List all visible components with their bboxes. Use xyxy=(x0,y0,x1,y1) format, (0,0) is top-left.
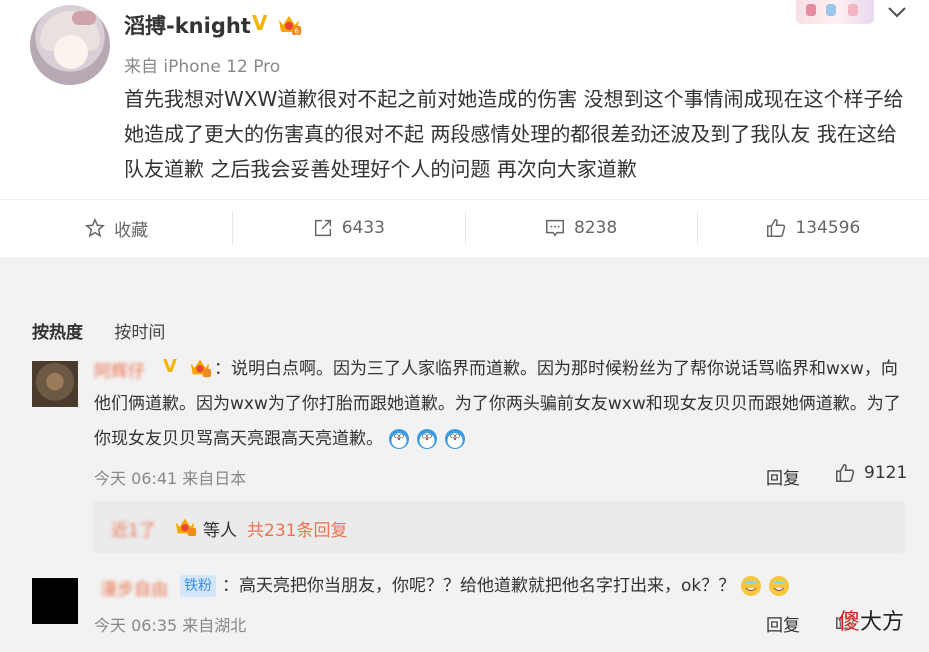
comment-icon xyxy=(546,219,564,237)
favorite-button[interactable]: 收藏 xyxy=(0,200,232,256)
chevron-down-icon[interactable] xyxy=(885,0,909,24)
doraemon-emoji-icon xyxy=(389,429,409,449)
comment-text: ：高天亮把你当朋友，你呢？？给他道歉就把他名字打出来，ok？？ xyxy=(222,569,791,604)
favorite-label: 收藏 xyxy=(114,220,149,241)
comment-button[interactable]: 8238 xyxy=(464,200,697,256)
comment-meta: 今天 06:41 来自日本 xyxy=(94,469,247,488)
sub-replies-box[interactable]: 近1了 等人 共231条回复 xyxy=(93,501,905,553)
star-icon xyxy=(85,217,106,238)
reply-button[interactable]: 回复 xyxy=(766,464,800,489)
comment-like-count: 9121 xyxy=(864,463,908,483)
sub-reply-count-link[interactable]: 共231条回复 xyxy=(247,516,347,541)
sub-reply-username[interactable]: 近1了 xyxy=(111,516,156,541)
comment-avatar[interactable] xyxy=(32,361,78,407)
repost-button[interactable]: 6433 xyxy=(232,200,464,256)
author-username[interactable]: 滔搏-knight xyxy=(124,10,251,40)
fan-badge: 铁粉 xyxy=(180,575,216,597)
repost-count: 6433 xyxy=(341,218,385,238)
doraemon-emoji-icon xyxy=(445,429,465,449)
svg-text:6: 6 xyxy=(294,28,299,36)
thumbs-up-icon xyxy=(836,464,855,482)
weibo-post: 滔搏-knight V 6 来自 iPhone 12 Pro 首先我想对WXW道… xyxy=(0,0,929,257)
crown-badge-icon: 6 xyxy=(279,16,301,36)
watermark-logo: 傻大方 xyxy=(838,610,905,635)
grin-emoji-icon xyxy=(741,576,762,596)
sort-by-time-tab[interactable]: 按时间 xyxy=(114,323,165,343)
crown-badge-icon xyxy=(175,518,196,537)
post-action-bar: 收藏 6433 8238 134596 xyxy=(0,200,929,256)
decorative-sticker xyxy=(796,0,874,24)
post-text: 首先我想对WXW道歉很对不起之前对她造成的伤害 没想到这个事情闹成现在这个样子给… xyxy=(124,87,904,181)
like-button[interactable]: 134596 xyxy=(696,200,929,256)
comment-avatar[interactable] xyxy=(32,578,78,624)
doraemon-emoji-icon xyxy=(417,429,437,449)
reply-button[interactable]: 回复 xyxy=(766,611,800,636)
sub-reply-suffix: 等人 xyxy=(203,521,237,541)
comment-username[interactable]: 漫步自由 xyxy=(100,575,168,600)
comments-section: 按热度 按时间 阿辉仔 V ：说明白点啊。因为三了人家临界而道歉。因为那时候粉丝… xyxy=(0,257,929,652)
comment-sort-tabs: 按热度 按时间 xyxy=(32,318,165,343)
verified-v-icon: V xyxy=(252,11,268,35)
grin-emoji-icon xyxy=(769,576,790,596)
comment-text: ：说明白点啊。因为三了人家临界而道歉。因为那时候粉丝为了帮你说话骂临界和wxw，… xyxy=(94,359,901,449)
post-source: 来自 iPhone 12 Pro xyxy=(124,57,281,77)
author-avatar[interactable] xyxy=(30,5,110,85)
comment-count: 8238 xyxy=(573,218,618,238)
comment-meta: 今天 06:35 来自湖北 xyxy=(94,616,247,635)
share-icon xyxy=(314,219,331,237)
comment-like-button[interactable]: 9121 xyxy=(834,462,907,484)
like-count: 134596 xyxy=(795,218,861,238)
sort-by-hot-tab[interactable]: 按热度 xyxy=(32,323,83,343)
thumbs-up-icon xyxy=(767,219,786,237)
